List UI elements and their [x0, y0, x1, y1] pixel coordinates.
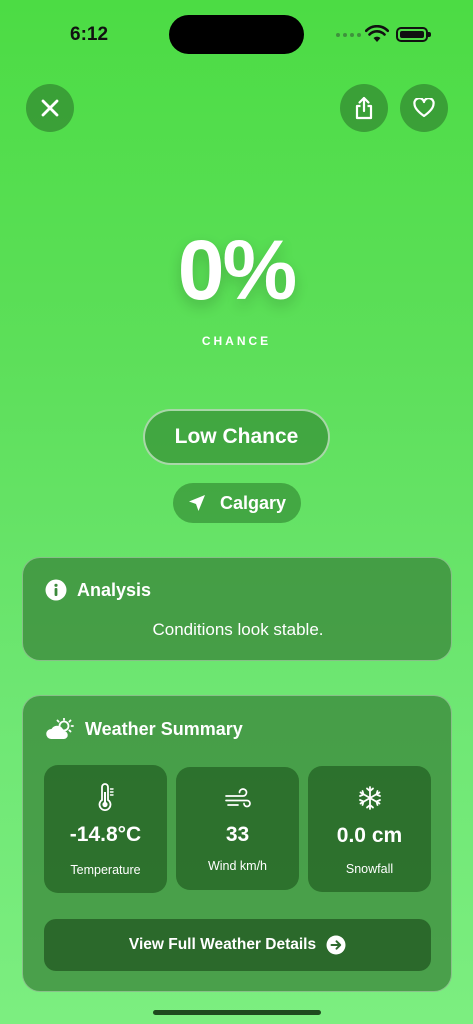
chance-label: CHANCE — [201, 334, 272, 348]
share-icon — [355, 96, 373, 120]
close-icon — [41, 99, 59, 117]
status-bar: 6:12 — [0, 0, 473, 70]
chance-percentage: 0% — [177, 223, 297, 317]
wind-label: Wind km/h — [207, 859, 268, 873]
wind-icon — [224, 788, 251, 808]
snowfall-tile: 0.0 cm Snowfall — [308, 766, 431, 892]
location-arrow-icon — [188, 495, 205, 511]
view-weather-details-label: View Full Weather Details — [128, 936, 317, 953]
home-indicator — [153, 1010, 321, 1015]
weather-summary-card: Weather Summary -14.8°C Temperature 33 W… — [22, 695, 452, 992]
status-time: 6:12 — [70, 24, 109, 45]
snowflake-icon — [358, 786, 381, 810]
temperature-label: Temperature — [70, 863, 141, 877]
thermometer-icon — [98, 783, 114, 811]
weather-summary-header: Weather Summary — [45, 718, 243, 740]
close-button[interactable] — [26, 84, 74, 132]
dynamic-island — [169, 15, 304, 54]
battery-icon — [396, 27, 431, 42]
favorite-button[interactable] — [400, 84, 448, 132]
analysis-header: Analysis — [45, 579, 151, 601]
temperature-value: -14.8°C — [69, 823, 142, 846]
analysis-text: Conditions look stable. — [152, 620, 324, 639]
weather-summary-title: Weather Summary — [85, 718, 243, 739]
wifi-icon — [365, 25, 389, 42]
location-name: Calgary — [219, 492, 287, 513]
partly-sunny-icon — [46, 718, 74, 739]
snowfall-label: Snowfall — [345, 862, 394, 876]
heart-icon — [413, 98, 435, 118]
share-button[interactable] — [340, 84, 388, 132]
view-weather-details-button[interactable]: View Full Weather Details — [44, 919, 431, 971]
signal-icon — [336, 33, 361, 37]
arrow-right-circle-icon — [326, 935, 346, 955]
analysis-card: Analysis Conditions look stable. — [22, 557, 452, 661]
temperature-tile: -14.8°C Temperature — [44, 765, 167, 893]
analysis-title: Analysis — [77, 579, 152, 600]
location-button[interactable]: Calgary — [173, 483, 301, 523]
wind-tile: 33 Wind km/h — [176, 767, 299, 890]
chance-level-badge: Low Chance — [143, 409, 330, 465]
info-icon — [45, 579, 67, 601]
wind-value: 33 — [225, 823, 250, 846]
snowfall-value: 0.0 cm — [336, 824, 403, 847]
